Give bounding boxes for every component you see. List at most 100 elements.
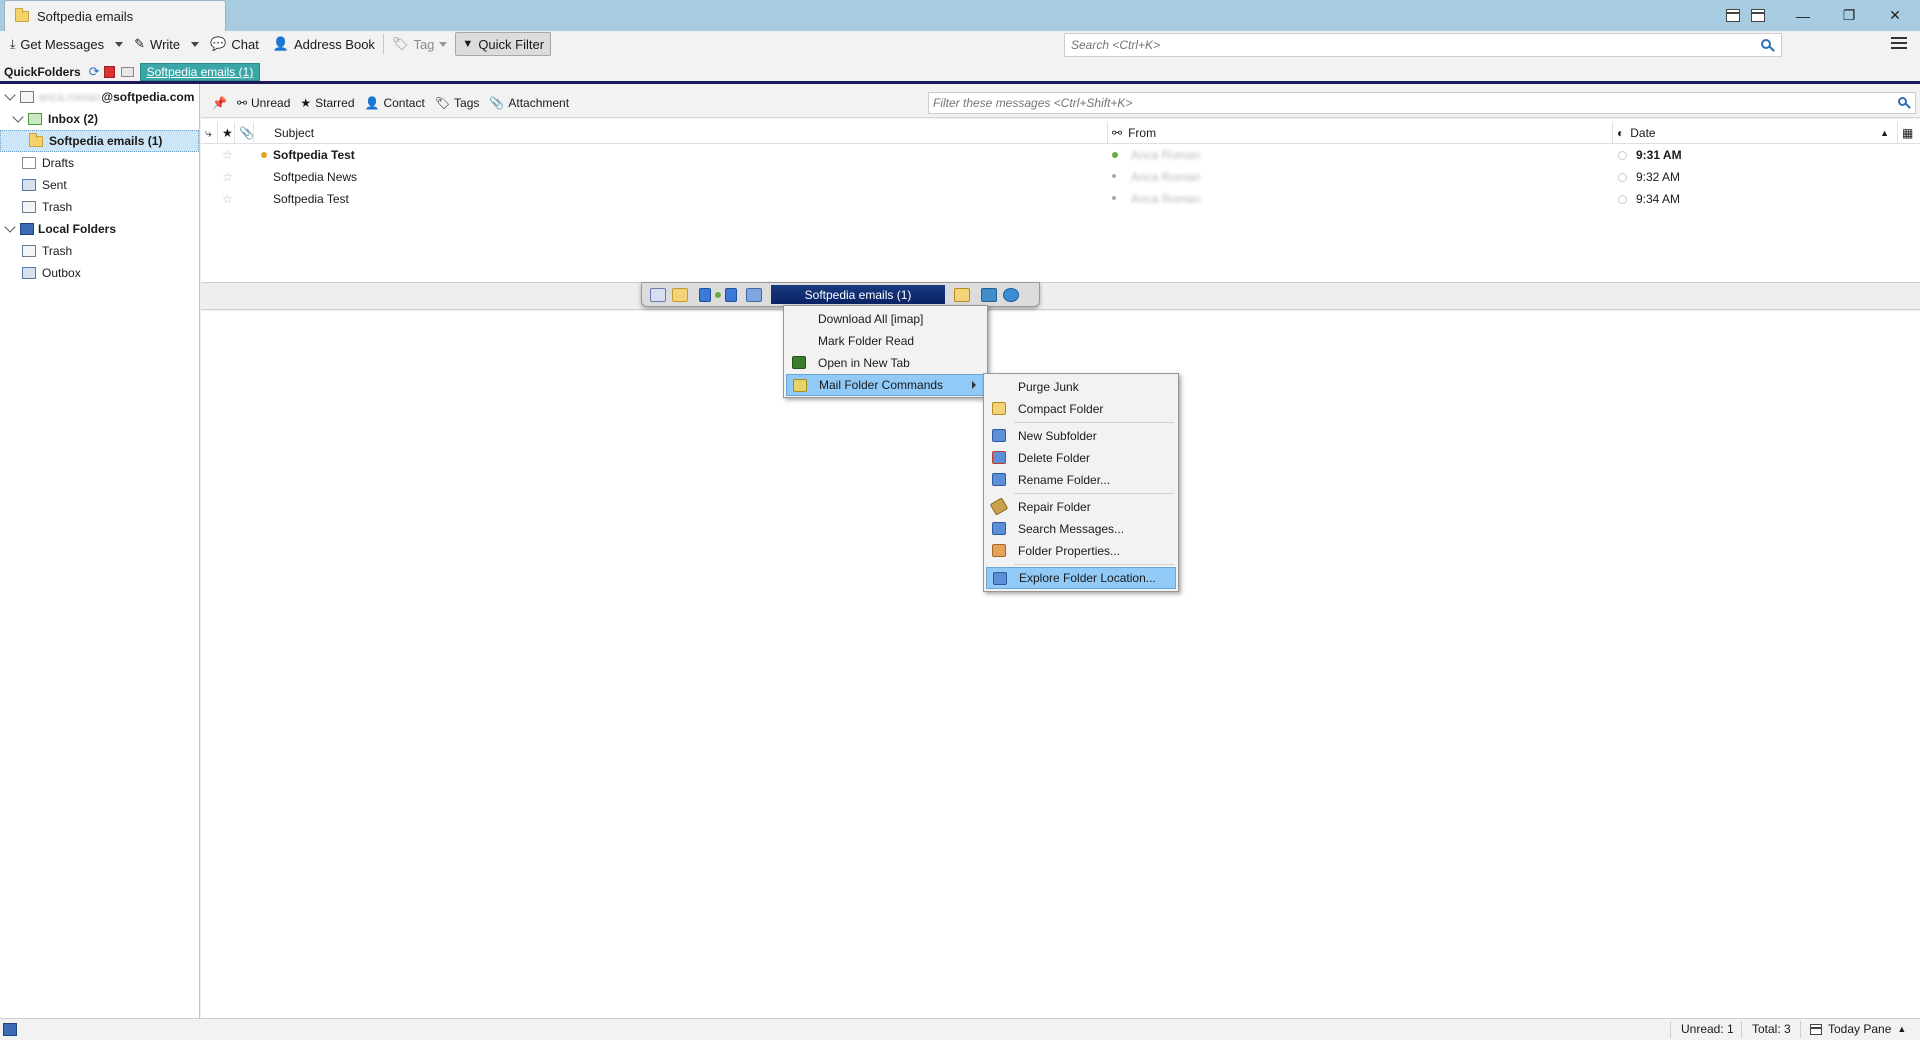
thread-column-header[interactable]: ⤷ bbox=[201, 122, 218, 144]
menu-item-search-messages[interactable]: Search Messages... bbox=[986, 518, 1176, 540]
read-status-icon[interactable] bbox=[1112, 152, 1118, 158]
chevron-down-icon[interactable] bbox=[4, 221, 16, 233]
folder-settings-icon[interactable] bbox=[746, 287, 762, 302]
tab-softpedia-emails[interactable]: Softpedia emails bbox=[4, 0, 226, 31]
folder-label: Trash bbox=[42, 200, 73, 214]
message-date: 9:34 AM bbox=[1636, 192, 1681, 206]
app-menu-button[interactable] bbox=[1891, 37, 1907, 49]
junk-status-icon[interactable] bbox=[1618, 173, 1627, 182]
menu-item-purge-junk[interactable]: Purge Junk bbox=[986, 376, 1176, 398]
filter-contact-button[interactable]: 👤 Contact bbox=[360, 92, 430, 114]
green-dot-icon[interactable] bbox=[715, 291, 721, 298]
global-search-box[interactable] bbox=[1064, 33, 1782, 57]
filter-messages-input[interactable] bbox=[933, 96, 1866, 110]
drafts-icon bbox=[22, 157, 36, 169]
menu-item-folder-properties[interactable]: Folder Properties... bbox=[986, 540, 1176, 562]
write-button[interactable]: ✎ Write bbox=[128, 32, 186, 56]
quick-filter-button[interactable]: ▼ Quick Filter bbox=[455, 32, 552, 56]
calendar-icon[interactable] bbox=[1726, 9, 1740, 22]
menu-item-repair-folder[interactable]: Repair Folder bbox=[986, 496, 1176, 518]
today-pane-label: Today Pane bbox=[1828, 1022, 1892, 1036]
paperclip-icon: 📎 bbox=[239, 126, 254, 140]
from-header-label: From bbox=[1128, 126, 1157, 140]
pencil-icon: ✎ bbox=[134, 36, 146, 51]
search-icon[interactable] bbox=[1761, 39, 1771, 49]
menu-item-open-in-new-tab[interactable]: Open in New Tab bbox=[786, 352, 985, 374]
filter-icon[interactable] bbox=[981, 287, 997, 302]
image-folder-icon[interactable] bbox=[954, 287, 970, 302]
chevron-down-icon[interactable] bbox=[4, 89, 16, 101]
folder-commands-icon bbox=[793, 379, 807, 392]
refresh-icon[interactable]: ⟳ bbox=[89, 64, 100, 80]
mail-icon[interactable] bbox=[120, 67, 134, 77]
gear-icon[interactable] bbox=[1003, 287, 1019, 302]
table-row[interactable]: ☆ Softpedia Test Anca Roman 9:31 AM bbox=[201, 144, 1920, 166]
menu-item-explore-folder-location[interactable]: Explore Folder Location... bbox=[986, 567, 1176, 589]
star-icon[interactable]: ☆ bbox=[222, 148, 233, 162]
unread-dot-icon[interactable] bbox=[261, 152, 267, 158]
menu-item-new-subfolder[interactable]: New Subfolder bbox=[986, 425, 1176, 447]
quickfolder-tab-softpedia-emails[interactable]: Softpedia emails (1) bbox=[139, 63, 261, 81]
table-row[interactable]: ☆ Softpedia News Anca Roman 9:32 AM bbox=[201, 166, 1920, 188]
folder-local-folders[interactable]: Local Folders bbox=[0, 218, 199, 240]
star-icon[interactable]: ☆ bbox=[222, 170, 233, 184]
folder-trash[interactable]: Trash bbox=[0, 196, 199, 218]
starred-column-header[interactable]: ★ bbox=[218, 122, 235, 144]
get-messages-button[interactable]: ⤓ Get Messages bbox=[4, 32, 110, 56]
menu-item-compact-folder[interactable]: Compact Folder bbox=[986, 398, 1176, 420]
today-pane-toggle[interactable]: Today Pane ▲ bbox=[1810, 1022, 1906, 1036]
date-column-header[interactable]: ◐ Date ▲ bbox=[1613, 122, 1898, 144]
global-search-input[interactable] bbox=[1071, 38, 1746, 52]
get-messages-dropdown[interactable] bbox=[112, 32, 126, 56]
sticky-filter-button[interactable]: 📌 bbox=[207, 92, 232, 114]
message-date: 9:31 AM bbox=[1636, 148, 1682, 162]
folder-local-trash[interactable]: Trash bbox=[0, 240, 199, 262]
folder-icon[interactable] bbox=[672, 287, 688, 302]
book-icon[interactable] bbox=[103, 66, 115, 78]
folder-outbox[interactable]: Outbox bbox=[0, 262, 199, 284]
filter-starred-button[interactable]: ★ Starred bbox=[295, 92, 359, 114]
write-dropdown[interactable] bbox=[188, 32, 202, 56]
search-icon[interactable] bbox=[1898, 97, 1907, 106]
restore-button[interactable]: ❐ bbox=[1826, 0, 1872, 31]
online-status-icon[interactable] bbox=[3, 1023, 17, 1036]
chevron-down-icon[interactable] bbox=[12, 111, 24, 123]
menu-item-mark-folder-read[interactable]: Mark Folder Read bbox=[786, 330, 985, 352]
arrow-up-icon[interactable] bbox=[699, 287, 711, 302]
minimize-button[interactable]: — bbox=[1780, 0, 1826, 31]
menu-item-delete-folder[interactable]: Delete Folder bbox=[986, 447, 1176, 469]
arrow-down-icon[interactable] bbox=[725, 287, 737, 302]
chat-button[interactable]: 💬 Chat bbox=[204, 32, 265, 56]
tasks-icon[interactable] bbox=[1751, 9, 1765, 22]
star-icon[interactable]: ☆ bbox=[222, 192, 233, 206]
folder-drafts[interactable]: Drafts bbox=[0, 152, 199, 174]
envelope-icon[interactable] bbox=[650, 287, 666, 302]
quickfolders-popup-title[interactable]: Softpedia emails (1) bbox=[771, 285, 945, 304]
folder-account[interactable]: anca.roman @softpedia.com bbox=[0, 86, 199, 108]
folder-inbox[interactable]: Inbox (2) bbox=[0, 108, 199, 130]
tag-button[interactable]: 🏷 Tag bbox=[386, 32, 453, 56]
attachment-column-header[interactable]: 📎 bbox=[235, 122, 254, 144]
menu-item-rename-folder[interactable]: Rename Folder... bbox=[986, 469, 1176, 491]
junk-status-icon[interactable] bbox=[1618, 151, 1627, 160]
folder-label: Softpedia emails (1) bbox=[49, 134, 163, 148]
subject-column-header[interactable]: Subject bbox=[254, 122, 1108, 144]
read-status-icon[interactable] bbox=[1112, 174, 1116, 178]
filter-messages-box[interactable] bbox=[928, 92, 1916, 114]
junk-status-icon[interactable] bbox=[1618, 195, 1627, 204]
filter-attachment-button[interactable]: 📎 Attachment bbox=[484, 92, 574, 114]
close-button[interactable]: ✕ bbox=[1872, 0, 1918, 31]
folder-sent[interactable]: Sent bbox=[0, 174, 199, 196]
from-column-header[interactable]: ⚯ From bbox=[1108, 122, 1613, 144]
menu-item-mail-folder-commands[interactable]: Mail Folder Commands bbox=[786, 374, 985, 396]
read-status-icon[interactable] bbox=[1112, 196, 1116, 200]
table-row[interactable]: ☆ Softpedia Test Anca Roman 9:34 AM bbox=[201, 188, 1920, 210]
filter-tags-button[interactable]: 🏷 Tags bbox=[430, 92, 485, 114]
unread-count: Unread: 1 bbox=[1681, 1022, 1734, 1036]
filter-unread-button[interactable]: ⚯ Unread bbox=[232, 92, 295, 114]
pane-splitter[interactable] bbox=[201, 282, 1920, 310]
address-book-button[interactable]: 👤 Address Book bbox=[267, 32, 381, 56]
column-picker[interactable]: ▦ bbox=[1898, 122, 1920, 144]
folder-softpedia-emails[interactable]: Softpedia emails (1) bbox=[0, 130, 199, 152]
menu-item-download-all[interactable]: Download All [imap] bbox=[786, 308, 985, 330]
